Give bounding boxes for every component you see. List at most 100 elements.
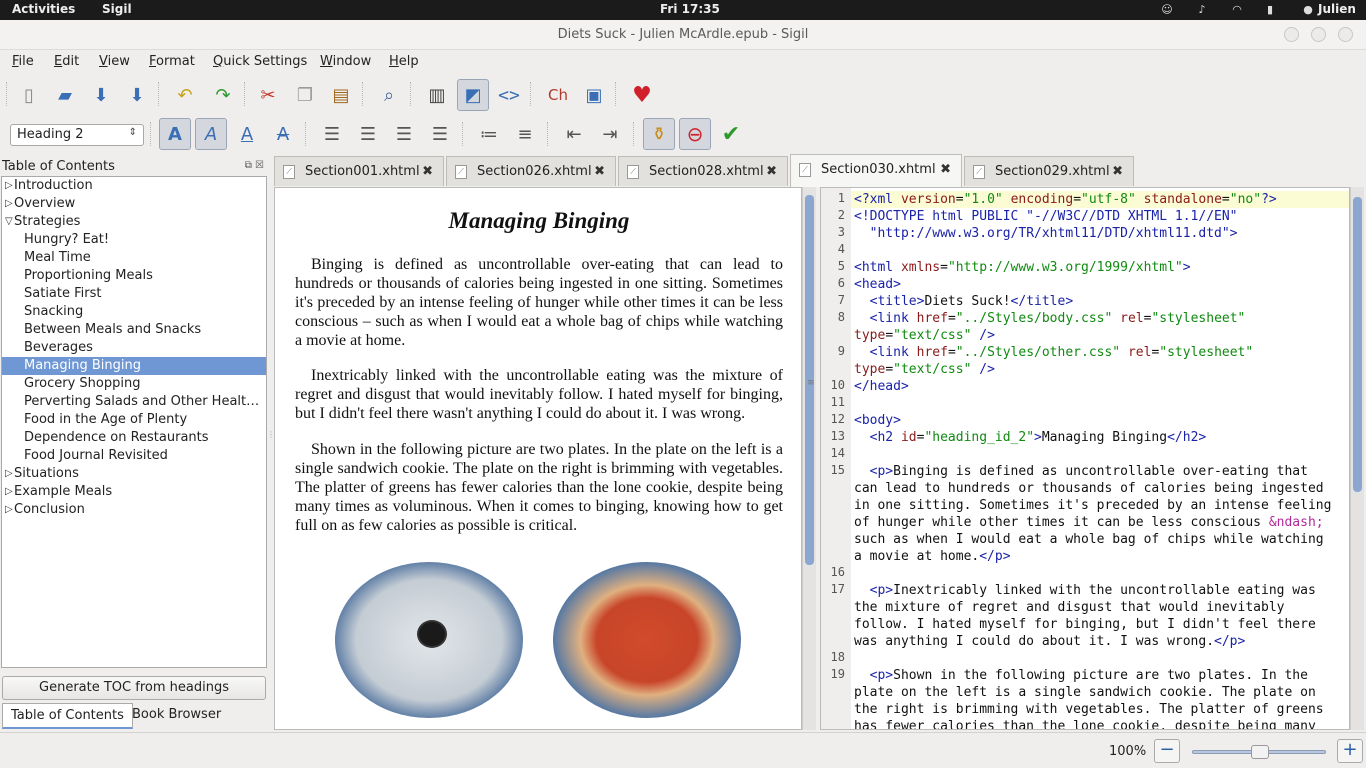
toc-item[interactable]: Situations: [14, 465, 264, 483]
tab-section029[interactable]: ⟋ Section029.xhtml ✖: [964, 156, 1134, 186]
toc-item[interactable]: Between Meals and Snacks: [24, 321, 264, 339]
close-tab-icon[interactable]: ✖: [1112, 157, 1123, 187]
split-view-icon[interactable]: ◩: [457, 79, 489, 111]
align-center-icon[interactable]: ☰: [354, 120, 382, 148]
find-replace-icon[interactable]: ⌕: [375, 81, 403, 109]
close-tab-icon[interactable]: ✖: [594, 157, 605, 187]
chapter-heading[interactable]: Managing Binging: [275, 208, 801, 234]
toc-item[interactable]: Food Journal Revisited: [24, 447, 264, 465]
accessibility-icon[interactable]: ☺: [1161, 4, 1173, 16]
toc-item[interactable]: Satiate First: [24, 285, 264, 303]
book-view-scrollbar[interactable]: [802, 187, 816, 730]
paragraph[interactable]: Binging is defined as uncontrollable ove…: [295, 255, 783, 350]
open-folder-icon[interactable]: ▰: [51, 81, 79, 109]
menu-view[interactable]: View: [99, 54, 130, 69]
app-menu-label[interactable]: Sigil: [102, 2, 132, 16]
close-tab-icon[interactable]: ✖: [422, 157, 433, 187]
tab-section030-active[interactable]: ⟋ Section030.xhtml ✖: [790, 154, 962, 187]
zoom-out-button[interactable]: −: [1154, 739, 1180, 763]
book-view-pane[interactable]: Managing Binging Binging is defined as u…: [274, 187, 802, 730]
insert-image-icon[interactable]: ▣: [580, 81, 608, 109]
expand-triangle-icon[interactable]: ▷: [5, 504, 13, 515]
float-panel-icon[interactable]: ⧉: [245, 160, 252, 171]
tab-section028[interactable]: ⟋ Section028.xhtml ✖: [618, 156, 788, 186]
expand-triangle-icon[interactable]: ▷: [5, 198, 13, 209]
toc-item[interactable]: Conclusion: [14, 501, 264, 519]
toc-item[interactable]: Hungry? Eat!: [24, 231, 264, 249]
menu-window[interactable]: Window: [320, 54, 371, 69]
align-justify-icon[interactable]: ☰: [426, 120, 454, 148]
menu-edit[interactable]: Edit: [54, 54, 79, 69]
insert-special-char-icon[interactable]: Ch: [544, 81, 572, 109]
close-tab-icon[interactable]: ✖: [940, 155, 951, 185]
maximize-button[interactable]: [1311, 27, 1326, 42]
toc-item[interactable]: Meal Time: [24, 249, 264, 267]
bullet-list-icon[interactable]: ≔: [475, 120, 503, 148]
code-view-pane[interactable]: 1 2 3 4 5 6 7 8 9 10 11 12 13 14 15 16 17 18 19 <?xml vers…: [820, 187, 1350, 730]
expand-triangle-icon[interactable]: ▷: [5, 180, 13, 191]
toc-item[interactable]: Grocery Shopping: [24, 375, 264, 393]
code-line[interactable]: <html xmlns="http://www.w3.org/1999/xhtm…: [854, 259, 1191, 276]
code-line[interactable]: <p>Inextricably linked with the uncontro…: [854, 582, 1316, 649]
undo-icon[interactable]: ↶: [171, 81, 199, 109]
menu-quick-settings[interactable]: Quick Settings: [213, 54, 307, 69]
tab-table-of-contents[interactable]: Table of Contents: [2, 703, 133, 729]
user-icon[interactable]: ●: [1302, 4, 1314, 16]
menu-format[interactable]: Format: [149, 54, 195, 69]
donate-heart-icon[interactable]: ♥: [628, 81, 656, 109]
splitter-grip[interactable]: ≡: [807, 378, 815, 388]
code-view-icon[interactable]: <>: [495, 81, 523, 109]
heading-select[interactable]: Heading 2 ⇕: [10, 124, 144, 146]
align-left-icon[interactable]: ☰: [318, 120, 346, 148]
validate-check-icon[interactable]: ✔: [717, 120, 745, 148]
bold-icon[interactable]: A: [159, 118, 191, 150]
save-icon[interactable]: ⬇: [87, 81, 115, 109]
activities-button[interactable]: Activities: [12, 2, 75, 16]
tab-section026[interactable]: ⟋ Section026.xhtml ✖: [446, 156, 616, 186]
code-line[interactable]: <title>Diets Suck!</title>: [854, 293, 1074, 310]
close-button[interactable]: [1338, 27, 1353, 42]
new-file-icon[interactable]: ▯: [15, 81, 43, 109]
toc-item-selected[interactable]: Managing Binging: [2, 357, 266, 375]
code-line[interactable]: </head>: [854, 378, 909, 395]
code-line[interactable]: <h2 id="heading_id_2">Managing Binging</…: [854, 429, 1207, 446]
volume-icon[interactable]: ♪: [1196, 4, 1208, 16]
minimize-button[interactable]: [1284, 27, 1299, 42]
code-line[interactable]: <head>: [854, 276, 901, 293]
collapse-triangle-icon[interactable]: ▽: [5, 216, 13, 227]
close-tab-icon[interactable]: ✖: [766, 157, 777, 187]
zoom-in-button[interactable]: +: [1337, 739, 1363, 763]
battery-icon[interactable]: ▮: [1264, 4, 1276, 16]
paragraph[interactable]: Inextricably linked with the uncontrolla…: [295, 366, 783, 423]
align-right-icon[interactable]: ☰: [390, 120, 418, 148]
toc-item[interactable]: Example Meals: [14, 483, 264, 501]
code-line[interactable]: <body>: [854, 412, 901, 429]
expand-triangle-icon[interactable]: ▷: [5, 468, 13, 479]
code-line[interactable]: <?xml version="1.0" encoding="utf-8" sta…: [854, 191, 1277, 208]
redo-icon[interactable]: ↷: [209, 81, 237, 109]
book-view-icon[interactable]: ▥: [423, 81, 451, 109]
toc-item[interactable]: Dependence on Restaurants: [24, 429, 264, 447]
numbered-list-icon[interactable]: ≡: [511, 120, 539, 148]
toc-item[interactable]: Perverting Salads and Other Healthy Food…: [24, 393, 264, 411]
toc-item[interactable]: Proportioning Meals: [24, 267, 264, 285]
underline-icon[interactable]: A: [233, 120, 261, 148]
code-line[interactable]: <link href="../Styles/body.css" rel="sty…: [854, 310, 1245, 343]
user-name[interactable]: Julien: [1318, 2, 1356, 16]
menu-file[interactable]: File: [12, 54, 34, 69]
code-view-scrollbar[interactable]: [1350, 187, 1364, 730]
italic-icon[interactable]: A: [195, 118, 227, 150]
strikethrough-icon[interactable]: A: [269, 120, 297, 148]
menu-help[interactable]: Help: [389, 54, 419, 69]
code-line[interactable]: <link href="../Styles/other.css" rel="st…: [854, 344, 1253, 377]
clean-source-broom-icon[interactable]: ⚱: [643, 118, 675, 150]
toc-item[interactable]: Introduction: [14, 177, 264, 195]
toc-item[interactable]: Snacking: [24, 303, 264, 321]
toc-item[interactable]: Strategies: [14, 213, 264, 231]
copy-icon[interactable]: ❐: [291, 81, 319, 109]
code-line[interactable]: <p>Shown in the following picture are tw…: [854, 667, 1324, 729]
zoom-slider[interactable]: [1192, 745, 1326, 759]
splitter-handle[interactable]: ⋮: [267, 430, 275, 439]
close-panel-icon[interactable]: ☒: [255, 160, 264, 171]
save-as-icon[interactable]: ⬇: [123, 81, 151, 109]
